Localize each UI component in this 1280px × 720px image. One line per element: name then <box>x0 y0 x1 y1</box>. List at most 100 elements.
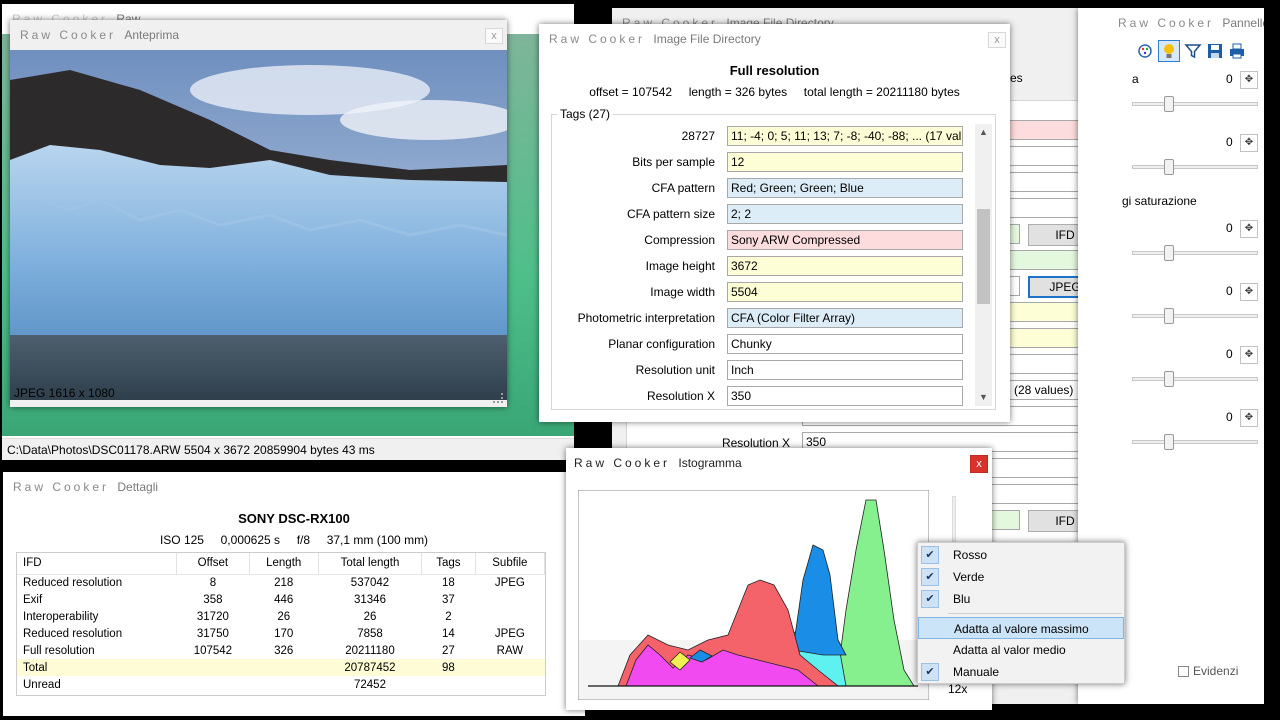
slider-value: 0 <box>1226 284 1233 298</box>
close-button[interactable]: x <box>988 32 1006 48</box>
menu-item[interactable]: ✔ Blu <box>918 588 1124 610</box>
table-cell: 537042 <box>350 576 390 589</box>
slider-thumb[interactable] <box>1164 434 1174 450</box>
table-cell <box>475 591 544 608</box>
slider-thumb[interactable] <box>1164 308 1174 324</box>
reset-icon[interactable]: ✥ <box>1240 409 1258 427</box>
menu-item-label: Manuale <box>953 665 1000 679</box>
tag-label: Compression <box>644 233 715 247</box>
tag-label: Image width <box>650 285 715 299</box>
menu-item[interactable]: ✔ Rosso <box>918 544 1124 566</box>
slider-track[interactable] <box>1132 440 1258 444</box>
tag-value-field[interactable]: Sony ARW Compressed <box>727 230 963 250</box>
table-row[interactable]: Unread 72452 <box>17 676 545 693</box>
column-header[interactable]: Length <box>249 553 319 575</box>
table-cell: 37 <box>442 593 455 606</box>
slider-thumb[interactable] <box>1164 96 1174 112</box>
table-cell: 358 <box>203 593 223 606</box>
menu-item[interactable]: Adatta al valore massimo <box>918 617 1124 639</box>
table-row[interactable]: Full resolution 107542 326 20211180 27 RAW <box>17 642 545 659</box>
table-row[interactable]: Reduced resolution 31750 170 7858 14 JPEG <box>17 625 545 642</box>
menu-item-label: Adatta al valore massimo <box>954 622 1089 636</box>
preview-window-title[interactable]: Raw Cooker Anteprima <box>10 20 507 50</box>
table-cell <box>249 676 318 693</box>
table-cell <box>475 608 544 625</box>
tag-value-field[interactable]: CFA (Color Filter Array) <box>727 308 963 328</box>
tag-value-field[interactable]: 5504 <box>727 282 963 302</box>
histogram-window-title[interactable]: Raw Cooker Istogramma <box>566 448 992 478</box>
print-icon[interactable] <box>1228 42 1246 60</box>
tag-label: 28727 <box>681 129 715 143</box>
resize-grip-icon[interactable] <box>493 393 503 403</box>
column-header[interactable]: IFD <box>17 553 178 575</box>
scrollbar[interactable]: ▲ ▼ <box>975 124 992 406</box>
table-row[interactable]: Reduced resolution 8 218 537042 18 JPEG <box>17 574 545 591</box>
save-icon[interactable] <box>1206 42 1224 60</box>
menu-separator <box>948 613 1122 614</box>
tag-value-field[interactable]: 350 <box>727 386 963 406</box>
check-icon: ✔ <box>921 568 939 586</box>
details-window-title[interactable]: Raw Cooker Dettagli <box>3 472 585 502</box>
reset-icon[interactable]: ✥ <box>1240 134 1258 152</box>
table-cell: 26 <box>277 610 291 623</box>
table-row[interactable]: Total 20787452 98 <box>17 659 545 676</box>
tag-value-field[interactable]: 2; 2 <box>727 204 963 224</box>
filter-icon[interactable] <box>1184 42 1202 60</box>
slider-track[interactable] <box>1132 102 1258 106</box>
preview-image <box>10 50 507 400</box>
reset-icon[interactable]: ✥ <box>1240 283 1258 301</box>
menu-item-label: Blu <box>953 592 971 606</box>
table-cell: Exif <box>23 593 43 606</box>
panel-window-title[interactable]: Raw Cooker Pannello <box>1078 8 1264 38</box>
slider-thumb[interactable] <box>1164 371 1174 387</box>
scroll-up-icon[interactable]: ▲ <box>975 124 992 141</box>
table-row[interactable]: Exif 358 446 31346 37 <box>17 591 545 608</box>
column-header[interactable]: Total length <box>318 553 423 575</box>
column-header[interactable]: Subfile <box>475 553 545 575</box>
tag-label: Image height <box>645 259 715 273</box>
table-cell: 14 <box>442 627 455 640</box>
menu-item[interactable]: ✔ Verde <box>918 566 1124 588</box>
ifd-table: IFD Offset Length Total length Tags Subfile R… <box>16 552 546 696</box>
slider-track[interactable] <box>1132 314 1258 318</box>
scroll-thumb[interactable] <box>977 209 990 304</box>
tag-label: Resolution unit <box>635 363 715 377</box>
menu-item[interactable]: Adatta al valor medio <box>918 639 1124 661</box>
close-button[interactable]: x <box>970 455 988 473</box>
slider-thumb[interactable] <box>1164 159 1174 175</box>
tag-label: CFA pattern <box>651 181 715 195</box>
table-cell: Full resolution <box>23 644 95 657</box>
table-cell: JPEG <box>494 576 525 589</box>
preview-caption: JPEG 1616 x 1080 <box>14 386 115 400</box>
tag-value-field[interactable]: 3672 <box>727 256 963 276</box>
menu-item[interactable]: ✔ Manuale <box>918 661 1124 683</box>
close-button[interactable]: x <box>485 28 503 44</box>
reset-icon[interactable]: ✥ <box>1240 346 1258 364</box>
tags-group-label: Tags (27) <box>557 107 614 121</box>
slider-track[interactable] <box>1132 377 1258 381</box>
palette-icon[interactable] <box>1136 42 1154 60</box>
reset-icon[interactable]: ✥ <box>1240 71 1258 89</box>
slider-thumb[interactable] <box>1164 245 1174 261</box>
column-header[interactable]: Offset <box>176 553 250 575</box>
slider-track[interactable] <box>1132 165 1258 169</box>
slider-value: 0 <box>1226 221 1233 235</box>
table-cell: JPEG <box>494 627 525 640</box>
ifd-window-title[interactable]: Raw Cooker Image File Directory <box>539 24 1010 54</box>
table-cell: Reduced resolution <box>23 627 123 640</box>
table-row[interactable]: Interoperability 31720 26 26 2 <box>17 608 545 625</box>
lightbulb-icon[interactable] <box>1158 40 1180 62</box>
highlight-checkbox[interactable] <box>1178 666 1189 677</box>
slider-track[interactable] <box>1132 251 1258 255</box>
column-header[interactable]: Tags <box>421 553 476 575</box>
scroll-down-icon[interactable]: ▼ <box>975 389 992 406</box>
histogram-chart <box>578 490 929 700</box>
reset-icon[interactable]: ✥ <box>1240 220 1258 238</box>
tag-value-field[interactable]: Inch <box>727 360 963 380</box>
check-icon: ✔ <box>921 546 939 564</box>
check-icon: ✔ <box>921 590 939 608</box>
tag-value-field[interactable]: Chunky <box>727 334 963 354</box>
tag-value-field[interactable]: Red; Green; Green; Blue <box>727 178 963 198</box>
tag-value-field[interactable]: 11; -4; 0; 5; 11; 13; 7; -8; -40; -88; .… <box>727 126 963 146</box>
tag-value-field[interactable]: 12 <box>727 152 963 172</box>
